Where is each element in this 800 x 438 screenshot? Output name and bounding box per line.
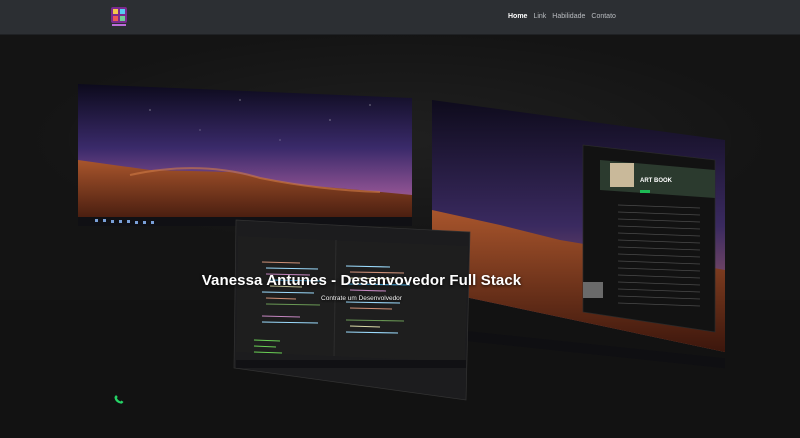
navbar: Home Link Habilidade Contato xyxy=(0,0,800,35)
hero-background-image: ART BOOK xyxy=(0,35,800,438)
nav-links: Home Link Habilidade Contato xyxy=(508,13,616,20)
logo-icon[interactable] xyxy=(109,6,129,28)
svg-text:ART BOOK: ART BOOK xyxy=(640,178,673,184)
nav-link-contato[interactable]: Contato xyxy=(591,13,616,20)
nav-link-home[interactable]: Home xyxy=(508,13,527,20)
hero-title: Vanessa Antunes - Desenvovedor Full Stac… xyxy=(201,272,522,289)
hero-section: ART BOOK Vanessa Antunes - Desenvovedor … xyxy=(0,35,800,438)
nav-link-habilidade[interactable]: Habilidade xyxy=(552,13,585,20)
hero-subtitle: Contrate um Desenvolvedor xyxy=(321,295,402,302)
nav-link-link[interactable]: Link xyxy=(533,13,546,20)
whatsapp-icon[interactable] xyxy=(113,392,125,404)
